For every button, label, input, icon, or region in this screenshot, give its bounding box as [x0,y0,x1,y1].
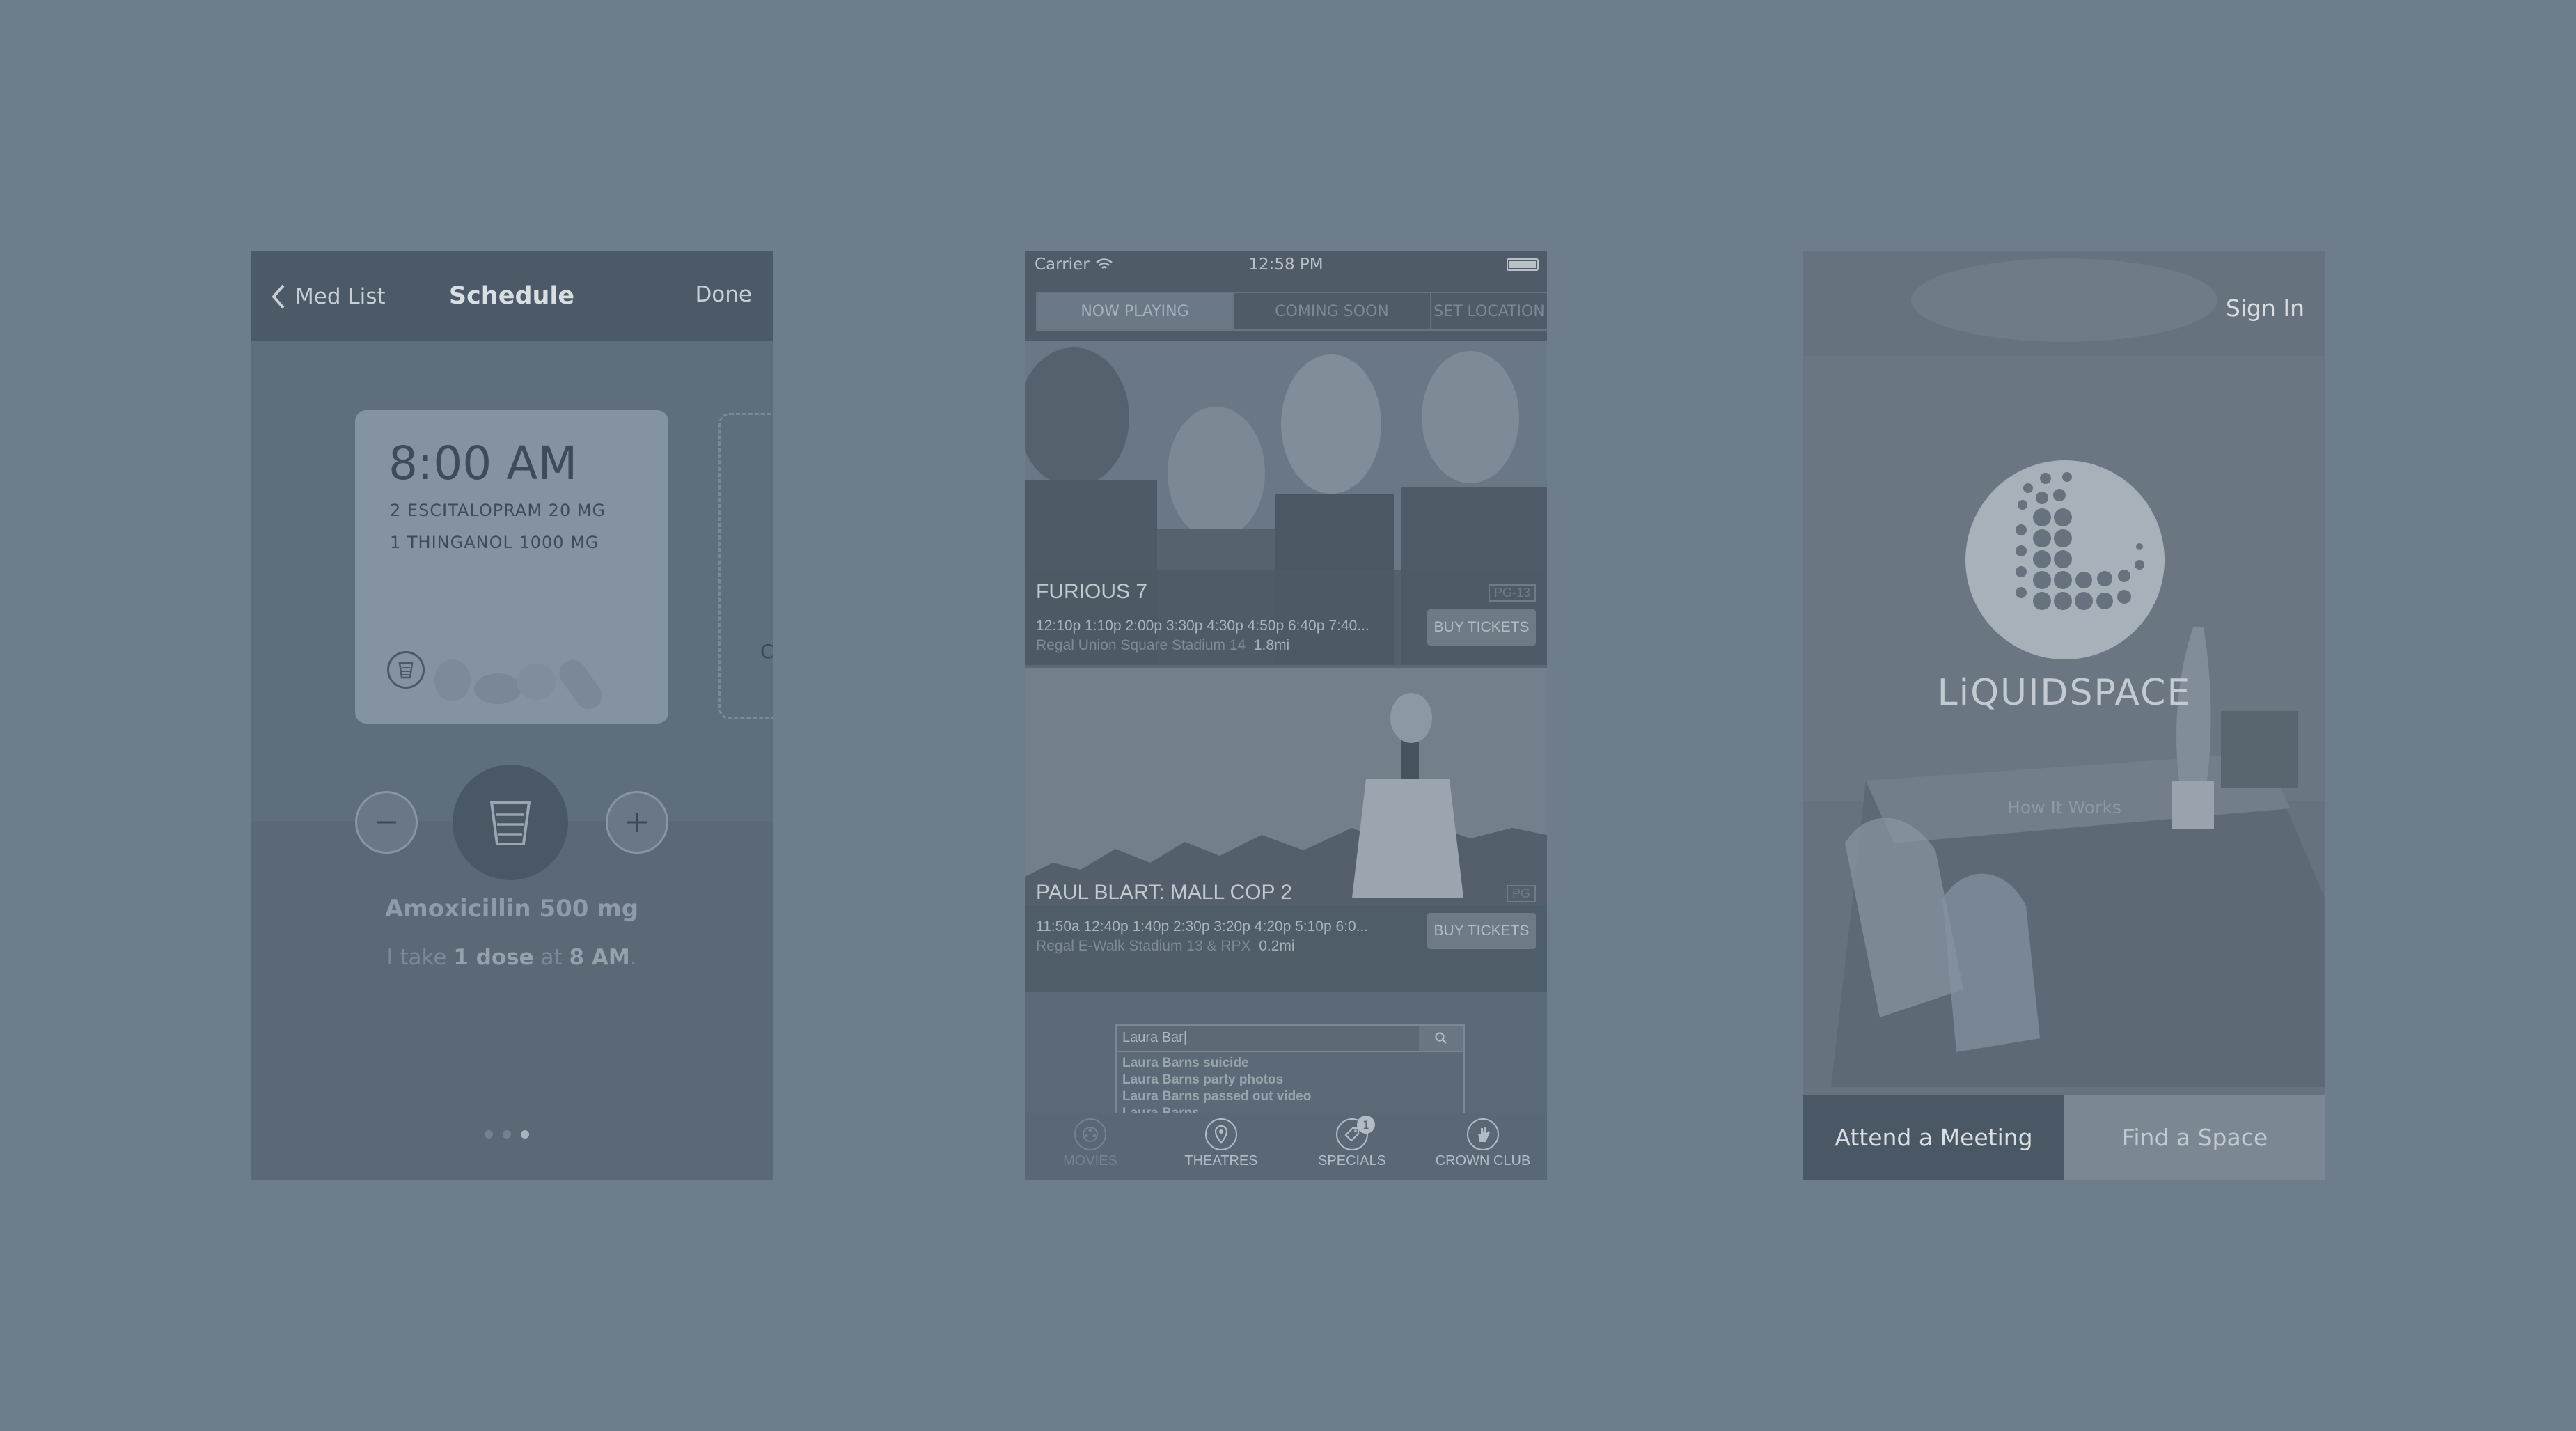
sign-in-button[interactable]: Sign In [2226,295,2304,322]
dose-amount: 1 dose [453,945,534,970]
search-input[interactable]: Laura Bar| [1115,1024,1465,1052]
location-pin-icon [1205,1118,1237,1150]
tab-label: MOVIES [1063,1153,1117,1168]
tab-specials[interactable]: 1 SPECIALS [1287,1116,1417,1169]
decrease-dose-button[interactable] [355,791,418,854]
movie-card[interactable]: FURIOUS 7 PG-13 12:10p 1:10p 2:00p 3:30p… [1025,341,1547,665]
dose-time-value: 8 AM [569,945,630,970]
page-dot[interactable] [485,1130,493,1139]
buy-tickets-button[interactable]: BUY TICKETS [1427,609,1536,646]
status-time: 12:58 PM [1248,256,1324,274]
dose-time-card[interactable]: 8:00 AM 2 ESCITALOPRAM 20 MG 1 THINGANOL… [355,410,668,724]
tab-now-playing[interactable]: NOW PLAYING [1036,292,1234,331]
page-dot-active[interactable] [521,1130,529,1139]
specials-badge: 1 [1357,1116,1375,1134]
liquidspace-welcome-screen: Sign In LiQUIDSPACE How It Works Attend … [1803,251,2325,1180]
dose-line: 2 ESCITALOPRAM 20 MG [390,501,606,520]
theatre-distance: 0.2mi [1259,938,1295,954]
theatre-distance: 1.8mi [1253,637,1290,653]
liquidspace-logo-icon [1965,460,2165,659]
dose-prefix: I take [386,945,454,970]
tab-label: THEATRES [1184,1153,1258,1168]
nav-bar: Med List Schedule Done [251,251,773,341]
done-button[interactable]: Done [695,282,752,307]
dose-middle: at [533,945,570,970]
showtimes[interactable]: 12:10p 1:10p 2:00p 3:30p 4:30p 4:50p 6:4… [1036,618,1412,634]
next-dose-card[interactable] [718,413,773,719]
tab-coming-soon[interactable]: COMING SOON [1232,292,1431,331]
buy-tickets-button[interactable]: BUY TICKETS [1427,913,1536,949]
showtimes[interactable]: 11:50a 12:40p 1:40p 2:30p 3:20p 4:20p 5:… [1036,918,1412,935]
pills-image [434,659,602,710]
dose-suffix: . [629,945,637,970]
tab-label: SPECIALS [1318,1153,1386,1168]
segmented-control: NOW PLAYING COMING SOON SET LOCATION [1025,279,1547,341]
search-button[interactable] [1419,1026,1463,1051]
page-indicator [485,1130,529,1139]
increase-dose-button[interactable] [606,791,668,854]
search-icon [1435,1032,1447,1044]
find-space-button[interactable]: Find a Space [2064,1095,2325,1180]
next-card-letter: C [760,640,773,663]
take-dose-button[interactable] [453,765,568,880]
page-dot[interactable] [503,1130,511,1139]
movie-card[interactable]: PAUL BLART: MALL COP 2 PG 11:50a 12:40p … [1025,668,1547,992]
tab-bar: MOVIES THEATRES 1 SPECIALS CROWN CLUB [1025,1113,1547,1180]
dose-line: 1 THINGANOL 1000 MG [390,533,599,552]
rating-badge: PG [1506,885,1536,902]
movie-listings-screen: Carrier 12:58 PM NOW PLAYING COMING SOON… [1025,251,1547,1180]
theatre-info: Regal Union Square Stadium 14 1.8mi [1036,637,1289,654]
conference-room-background-image [1803,251,2325,1180]
attend-meeting-button[interactable]: Attend a Meeting [1803,1095,2064,1180]
tab-crown-club[interactable]: CROWN CLUB [1417,1118,1547,1169]
cup-icon[interactable] [387,651,425,689]
hand-icon [1467,1118,1499,1150]
movie-title[interactable]: FURIOUS 7 [1036,580,1147,604]
theatre-name: Regal E-Walk Stadium 13 & RPX [1036,938,1251,954]
dose-description: I take 1 dose at 8 AM. [251,945,773,970]
search-query: Laura Bar| [1122,1030,1188,1045]
medication-schedule-screen: Med List Schedule Done 8:00 AM 2 ESCITAL… [251,251,773,1180]
tab-set-location[interactable]: SET LOCATION [1430,292,1547,331]
battery-icon [1507,258,1539,271]
rating-badge: PG-13 [1488,584,1536,602]
tab-theatres[interactable]: THEATRES [1156,1118,1287,1169]
status-bar: Carrier 12:58 PM [1025,251,1547,279]
theatre-name: Regal Union Square Stadium 14 [1036,637,1246,653]
search-suggestions: Laura Barns suicide Laura Barns party ph… [1115,1052,1465,1122]
suggestion-item[interactable]: Laura Barns suicide [1122,1055,1458,1072]
minus-icon [377,821,396,824]
suggestion-item[interactable]: Laura Barns passed out video [1122,1088,1458,1105]
tag-icon: 1 [1336,1116,1375,1150]
medication-name: Amoxicillin 500 mg [384,895,639,923]
film-reel-icon [1074,1118,1106,1150]
suggestion-item[interactable]: Laura Barns party photos [1122,1072,1458,1088]
tab-label: CROWN CLUB [1435,1153,1531,1168]
theatre-info: Regal E-Walk Stadium 13 & RPX 0.2mi [1036,938,1295,955]
brand-wordmark: LiQUIDSPACE [1937,672,2192,714]
plus-icon [627,813,647,832]
tab-movies[interactable]: MOVIES [1025,1118,1156,1169]
cup-icon [489,801,531,845]
movie-title[interactable]: PAUL BLART: MALL COP 2 [1036,881,1292,905]
how-it-works-link[interactable]: How It Works [1803,797,2325,818]
dose-time: 8:00 AM [388,437,578,490]
